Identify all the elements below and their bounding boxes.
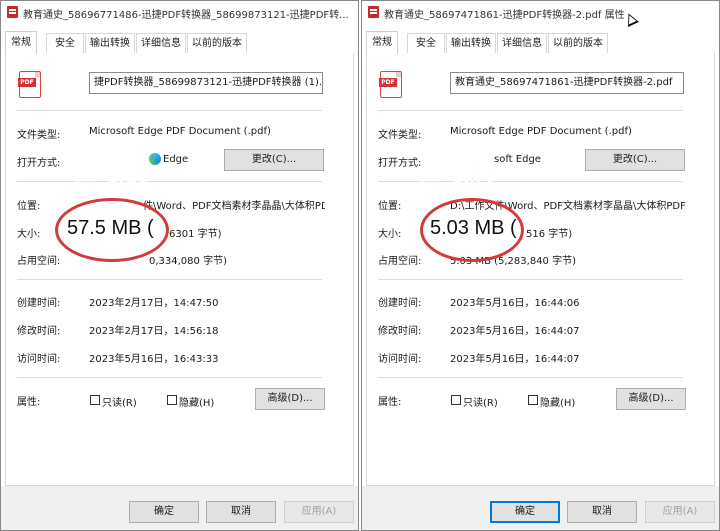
advanced-button[interactable]: 高级(D)... [255,388,325,410]
properties-dialog-before: 教育通史_58696771486-迅捷PDF转换器_58699873121-迅捷… [0,0,359,531]
readonly-checkbox[interactable] [451,395,461,405]
annotation-after: 压缩后 [420,157,495,186]
change-button[interactable]: 更改(C)... [585,149,685,171]
file-type-value: Microsoft Edge PDF Document (.pdf) [450,126,632,137]
location-value: 件\Word、PDF文档素材李晶晶\大体积PDF. [143,201,325,212]
tab-details[interactable]: 详细信息 [136,33,186,53]
hidden-checkbox[interactable] [167,395,177,405]
attributes-label: 属性: [17,397,41,408]
tab-general[interactable]: 常规 [5,31,37,54]
tab-details[interactable]: 详细信息 [497,33,547,53]
annotation-before: 压缩前 [75,157,150,186]
file-type-label: 文件类型: [17,130,61,141]
title-bar[interactable]: 教育通史_58696771486-迅捷PDF转换器_58699873121-迅捷… [1,1,358,25]
tab-previous-versions[interactable]: 以前的版本 [548,33,608,53]
ok-button[interactable]: 确定 [490,501,560,523]
created-label: 创建时间: [17,298,61,309]
change-button[interactable]: 更改(C)... [224,149,324,171]
divider [17,279,322,280]
size-highlight-ring [55,198,169,262]
accessed-value: 2023年5月16日，16:43:33 [89,354,219,365]
readonly-label: 只读(R) [102,398,137,409]
hidden-label: 隐藏(H) [540,398,576,409]
pdf-file-icon [7,6,18,18]
location-label: 位置: [17,201,41,212]
divider [378,110,683,111]
readonly-checkbox[interactable] [90,395,100,405]
hidden-label: 隐藏(H) [179,398,215,409]
open-with-value: Edge [163,154,189,165]
size-highlight-ring [420,198,524,262]
filename-field[interactable]: 教育通史_58697471861-迅捷PDF转换器-2.pdf [450,72,684,94]
size-bytes: 6301 字节) [169,229,222,240]
tab-output-conversion[interactable]: 输出转换 [85,33,135,53]
ok-button[interactable]: 确定 [129,501,199,523]
size-label: 大小: [378,229,402,240]
accessed-label: 访问时间: [378,354,422,365]
properties-dialog-after: 教育通史_58697471861-迅捷PDF转换器-2.pdf 属性 常规 安全… [361,0,720,531]
window-title: 教育通史_58697471861-迅捷PDF转换器-2.pdf 属性 [384,10,625,21]
edge-icon [149,153,161,165]
modified-label: 修改时间: [17,326,61,337]
modified-label: 修改时间: [378,326,422,337]
divider [378,279,683,280]
apply-button[interactable]: 应用(A) [284,501,354,523]
filename-field[interactable]: 捷PDF转换器_58699873121-迅捷PDF转换器 (1).pdf [89,72,323,94]
tab-output-conversion[interactable]: 输出转换 [446,33,496,53]
readonly-label: 只读(R) [463,398,498,409]
disk-size-label: 占用空间: [378,256,422,267]
general-panel [366,53,715,486]
open-with-label: 打开方式: [17,158,61,169]
tab-security[interactable]: 安全 [407,33,445,53]
dialog-footer: 确定 取消 应用(A) [1,486,358,530]
pdf-file-icon: PDF [379,71,402,98]
size-bytes: 516 字节) [526,229,573,240]
apply-button[interactable]: 应用(A) [645,501,715,523]
attributes-label: 属性: [378,397,402,408]
accessed-label: 访问时间: [17,354,61,365]
tab-security[interactable]: 安全 [46,33,84,53]
divider [17,110,322,111]
hidden-checkbox[interactable] [528,395,538,405]
modified-value: 2023年5月16日，16:44:07 [450,326,580,337]
size-label: 大小: [17,229,41,240]
advanced-button[interactable]: 高级(D)... [616,388,686,410]
divider [17,377,322,378]
created-value: 2023年2月17日，14:47:50 [89,298,219,309]
modified-value: 2023年2月17日，14:56:18 [89,326,219,337]
file-type-value: Microsoft Edge PDF Document (.pdf) [89,126,271,137]
title-bar[interactable]: 教育通史_58697471861-迅捷PDF转换器-2.pdf 属性 [362,1,719,27]
tab-previous-versions[interactable]: 以前的版本 [187,33,247,53]
window-title: 教育通史_58696771486-迅捷PDF转换器_58699873121-迅捷… [23,10,349,21]
divider [17,181,322,182]
dialog-footer: 确定 取消 应用(A) [362,486,719,530]
tab-general[interactable]: 常规 [366,31,398,54]
divider [378,377,683,378]
accessed-value: 2023年5月16日，16:44:07 [450,354,580,365]
location-label: 位置: [378,201,402,212]
cancel-button[interactable]: 取消 [206,501,276,523]
created-label: 创建时间: [378,298,422,309]
open-with-value: soft Edge [494,154,541,165]
pdf-file-icon: PDF [18,71,41,98]
created-value: 2023年5月16日，16:44:06 [450,298,580,309]
open-with-label: 打开方式: [378,158,422,169]
file-type-label: 文件类型: [378,130,422,141]
pdf-file-icon [368,6,379,18]
general-panel [5,53,354,486]
disk-size-label: 占用空间: [17,256,61,267]
cancel-button[interactable]: 取消 [567,501,637,523]
disk-size-value: 0,334,080 字节) [149,256,227,267]
